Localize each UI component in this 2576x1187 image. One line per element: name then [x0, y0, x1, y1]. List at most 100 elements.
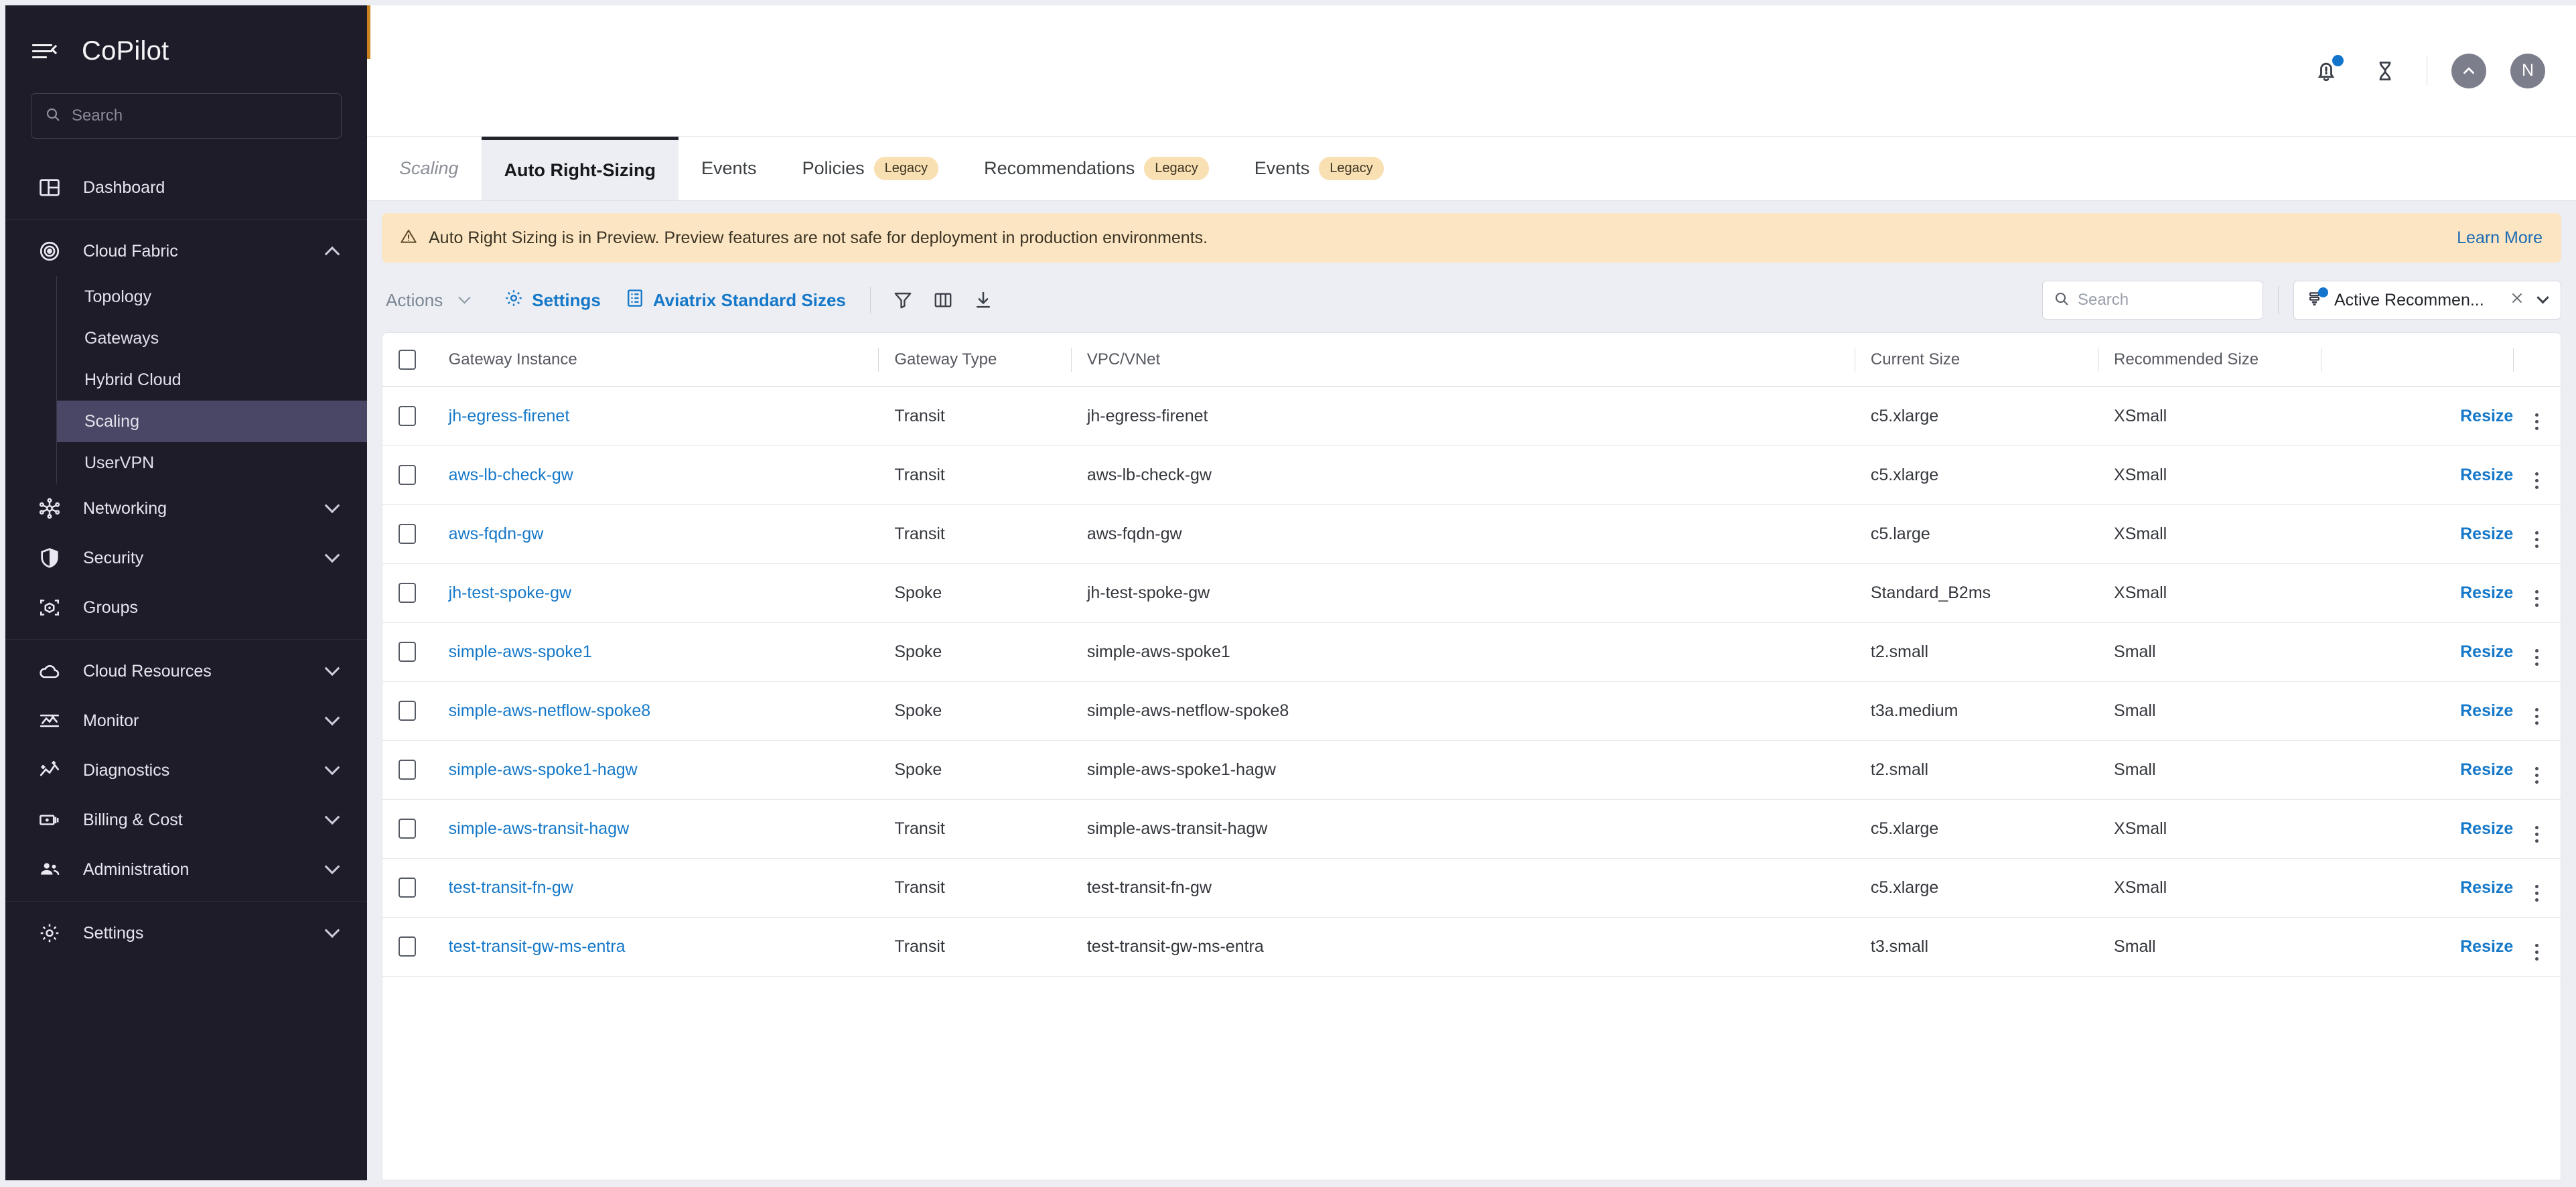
resize-button[interactable]: Resize — [2460, 525, 2513, 543]
tab-policies-legacy[interactable]: Policies Legacy — [780, 137, 962, 200]
sidebar-item-diagnostics[interactable]: Diagnostics — [5, 746, 367, 795]
kebab-menu-icon[interactable] — [2535, 413, 2539, 430]
row-checkbox[interactable] — [399, 878, 417, 898]
cell-gateway-type: Transit — [878, 445, 1071, 505]
close-icon[interactable] — [2509, 290, 2525, 311]
resize-button[interactable]: Resize — [2460, 819, 2513, 838]
gateway-instance-link[interactable]: simple-aws-spoke1 — [449, 642, 592, 661]
tab-events[interactable]: Events — [678, 137, 780, 200]
table-row[interactable]: simple-aws-spoke1 Spoke simple-aws-spoke1 t… — [382, 622, 2561, 682]
collapse-panel-button[interactable] — [2451, 53, 2486, 88]
saved-filter-chip[interactable]: Active Recommen... — [2293, 281, 2561, 320]
row-checkbox[interactable] — [399, 936, 417, 957]
kebab-menu-icon[interactable] — [2535, 826, 2539, 843]
sidebar-item-groups[interactable]: Groups — [5, 583, 367, 632]
table-row[interactable]: test-transit-fn-gw Transit test-transit-fn… — [382, 858, 2561, 918]
row-checkbox[interactable] — [399, 701, 417, 721]
column-gateway-type[interactable]: Gateway Type — [878, 333, 1071, 387]
sidebar-item-hybrid-cloud[interactable]: Hybrid Cloud — [56, 359, 367, 401]
gateway-instance-link[interactable]: aws-lb-check-gw — [449, 466, 573, 484]
aviatrix-standard-sizes-button[interactable]: Aviatrix Standard Sizes — [625, 288, 846, 313]
sidebar-item-gateways[interactable]: Gateways — [56, 318, 367, 359]
columns-button[interactable] — [928, 285, 958, 315]
column-gateway-instance[interactable]: Gateway Instance — [432, 333, 879, 387]
resize-button[interactable]: Resize — [2460, 878, 2513, 897]
kebab-menu-icon[interactable] — [2535, 767, 2539, 784]
resize-button[interactable]: Resize — [2460, 466, 2513, 484]
resize-button[interactable]: Resize — [2460, 937, 2513, 956]
sidebar-item-cloud-fabric[interactable]: Cloud Fabric — [5, 226, 367, 276]
gateway-instance-link[interactable]: test-transit-fn-gw — [449, 878, 573, 897]
sidebar-item-cloud-resources[interactable]: Cloud Resources — [5, 646, 367, 696]
monitor-icon — [36, 707, 63, 734]
kebab-menu-icon[interactable] — [2535, 472, 2539, 489]
settings-button[interactable]: Settings — [504, 288, 601, 313]
row-checkbox[interactable] — [399, 760, 417, 780]
sidebar-item-settings[interactable]: Settings — [5, 908, 367, 958]
hourglass-button[interactable] — [2368, 54, 2403, 88]
kebab-menu-icon[interactable] — [2535, 649, 2539, 666]
gateway-instance-link[interactable]: simple-aws-netflow-spoke8 — [449, 701, 651, 720]
table-row[interactable]: simple-aws-netflow-spoke8 Spoke simple-aws… — [382, 681, 2561, 741]
row-checkbox[interactable] — [399, 465, 417, 486]
kebab-menu-icon[interactable] — [2535, 885, 2539, 902]
row-checkbox[interactable] — [399, 819, 417, 839]
column-current-size[interactable]: Current Size — [1854, 333, 2098, 387]
tab-events-legacy[interactable]: Events Legacy — [1232, 137, 1407, 200]
sidebar-item-networking[interactable]: Networking — [5, 484, 367, 533]
tab-scaling[interactable]: Scaling — [367, 137, 482, 200]
gateway-instance-link[interactable]: simple-aws-spoke1-hagw — [449, 760, 638, 779]
gateway-instance-link[interactable]: aws-fqdn-gw — [449, 525, 544, 543]
tab-recommendations-legacy[interactable]: Recommendations Legacy — [961, 137, 1232, 200]
row-checkbox[interactable] — [399, 583, 417, 604]
gateway-instance-link[interactable]: simple-aws-transit-hagw — [449, 819, 630, 838]
table-search-input[interactable] — [2078, 291, 2252, 309]
table-row[interactable]: simple-aws-transit-hagw Transit simple-aws… — [382, 799, 2561, 859]
gateway-instance-link[interactable]: jh-egress-firenet — [449, 407, 570, 425]
sidebar-item-scaling[interactable]: Scaling — [56, 401, 367, 442]
resize-button[interactable]: Resize — [2460, 642, 2513, 661]
kebab-menu-icon[interactable] — [2535, 531, 2539, 548]
cell-current-size: Standard_B2ms — [1854, 563, 2098, 623]
sidebar-search[interactable] — [31, 93, 342, 139]
resize-button[interactable]: Resize — [2460, 760, 2513, 779]
sidebar-item-topology[interactable]: Topology — [56, 276, 367, 318]
table-row[interactable]: simple-aws-spoke1-hagw Spoke simple-aws-sp… — [382, 740, 2561, 800]
resize-button[interactable]: Resize — [2460, 407, 2513, 425]
table-row[interactable]: aws-fqdn-gw Transit aws-fqdn-gw c5.large XSm… — [382, 504, 2561, 564]
column-recommended-size[interactable]: Recommended Size — [2098, 333, 2321, 387]
avatar[interactable]: N — [2510, 53, 2545, 88]
gateway-instance-link[interactable]: test-transit-gw-ms-entra — [449, 937, 626, 956]
resize-button[interactable]: Resize — [2460, 583, 2513, 602]
sidebar-search-input[interactable] — [72, 107, 328, 125]
table-row[interactable]: test-transit-gw-ms-entra Transit test-tran… — [382, 917, 2561, 977]
table-row[interactable]: jh-egress-firenet Transit jh-egress-firene… — [382, 387, 2561, 446]
hamburger-collapse-icon[interactable] — [32, 42, 61, 62]
kebab-menu-icon[interactable] — [2535, 944, 2539, 961]
kebab-menu-icon[interactable] — [2535, 590, 2539, 607]
resize-button[interactable]: Resize — [2460, 701, 2513, 720]
kebab-menu-icon[interactable] — [2535, 708, 2539, 725]
row-checkbox[interactable] — [399, 642, 417, 662]
actions-dropdown[interactable]: Actions — [386, 290, 471, 311]
row-checkbox[interactable] — [399, 524, 417, 545]
notifications-button[interactable] — [2309, 54, 2344, 88]
row-checkbox[interactable] — [399, 406, 417, 427]
sidebar-item-administration[interactable]: Administration — [5, 845, 367, 894]
chevron-down-icon[interactable] — [2536, 291, 2549, 303]
tab-auto-right-sizing[interactable]: Auto Right-Sizing — [481, 137, 679, 200]
download-button[interactable] — [969, 285, 998, 315]
table-search[interactable] — [2042, 281, 2263, 320]
sidebar-item-dashboard[interactable]: Dashboard — [5, 163, 367, 212]
sidebar-item-security[interactable]: Security — [5, 533, 367, 583]
table-row[interactable]: aws-lb-check-gw Transit aws-lb-check-gw c5.… — [382, 445, 2561, 505]
learn-more-link[interactable]: Learn More — [2457, 228, 2543, 248]
gateway-instance-link[interactable]: jh-test-spoke-gw — [449, 583, 571, 602]
sidebar-item-monitor[interactable]: Monitor — [5, 696, 367, 746]
sidebar-item-billing-cost[interactable]: Billing & Cost — [5, 795, 367, 845]
table-row[interactable]: jh-test-spoke-gw Spoke jh-test-spoke-gw Sta… — [382, 563, 2561, 623]
select-all-checkbox[interactable] — [399, 349, 417, 370]
filter-button[interactable] — [888, 285, 918, 315]
column-vpc-vnet[interactable]: VPC/VNet — [1070, 333, 1855, 387]
sidebar-item-uservpn[interactable]: UserVPN — [56, 442, 367, 484]
